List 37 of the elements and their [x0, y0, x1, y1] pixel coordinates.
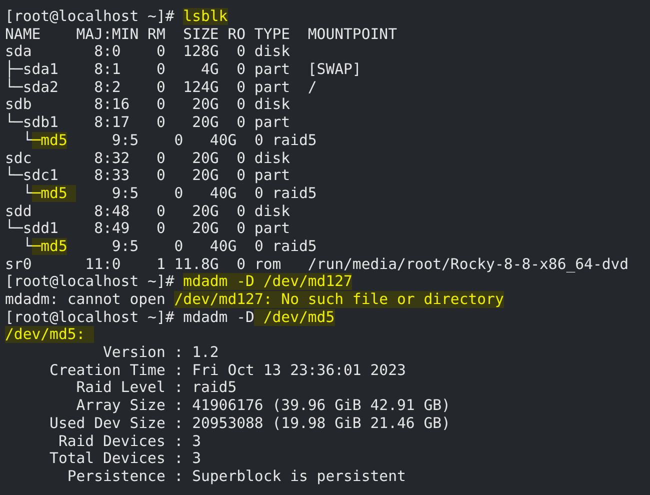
- terminal-text: 9:5 0 40G 0 raid5: [110, 238, 317, 255]
- terminal-text: [root@localhost ~]#: [5, 273, 176, 290]
- terminal-text: Creation Time : Fri Oct 13 23:36:01 2023: [48, 362, 406, 379]
- terminal-text: sdb 8:16 0 20G 0 disk: [5, 96, 290, 114]
- terminal-text: Used Dev Size : 20953088 (19.98 GiB 21.46 GB): [48, 414, 450, 432]
- terminal-text: Raid Level : raid5: [75, 379, 237, 396]
- terminal-text: └─sda2 8:2 0 124G 0 part /: [5, 78, 317, 96]
- terminal-text: 9:5 0 40G 0 raid5: [110, 132, 317, 149]
- terminal-text: sda 8:0 0 128G 0 disk: [5, 43, 290, 60]
- terminal-text: NAME MAJ:MIN RM SIZE RO TYPE MOUNTPOINT: [5, 26, 397, 43]
- highlighted-text: ─md5: [32, 184, 76, 202]
- terminal-text: 9:5 0 40G 0 raid5: [110, 184, 317, 202]
- highlighted-text: mdadm -D /dev/md127: [183, 273, 352, 290]
- terminal-text: └─sdb1 8:17 0 20G 0 part: [5, 114, 290, 132]
- terminal-text: sdc 8:32 0 20G 0 disk: [5, 150, 290, 166]
- terminal-text: sr0 11:0 1 11.8G 0 rom /run/media/root/Rocky-8-8-x86_64-dvd: [5, 256, 629, 273]
- highlighted-text: ─md5: [32, 132, 68, 149]
- terminal-text: └: [22, 184, 32, 202]
- terminal-text: └: [22, 238, 32, 255]
- terminal-text: └─sdd1 8:49 0 20G 0 part: [5, 220, 290, 238]
- terminal-text: Raid Devices : 3: [57, 432, 201, 450]
- terminal-text: Persistence : Superblock is persistent: [66, 468, 406, 485]
- terminal-text: ├─sda1 8:1 0 4G 0 part [SWAP]: [5, 61, 362, 78]
- terminal-text: [root@localhost ~]#: [5, 8, 176, 25]
- highlighted-text: ─md5: [32, 238, 68, 255]
- terminal-text: Array Size : 41906176 (39.96 GiB 42.91 GB): [75, 397, 450, 414]
- highlighted-text: /dev/md5:: [5, 326, 94, 344]
- terminal-text: [root@localhost ~]# mdadm -D: [5, 308, 254, 326]
- terminal-text: Version : 1.2: [102, 344, 219, 362]
- highlighted-text: lsblk: [183, 8, 228, 25]
- terminal-text: sdd 8:48 0 20G 0 disk: [5, 202, 290, 220]
- highlighted-text: /dev/md5: [254, 308, 335, 326]
- terminal-text: └: [22, 132, 32, 149]
- terminal-text: mdadm: cannot open: [5, 291, 166, 308]
- highlighted-text: /dev/md127: No such file or directory: [174, 291, 504, 308]
- terminal-text: Total Devices : 3: [48, 450, 201, 468]
- terminal-text: └─sdc1 8:33 0 20G 0 part: [5, 167, 290, 184]
